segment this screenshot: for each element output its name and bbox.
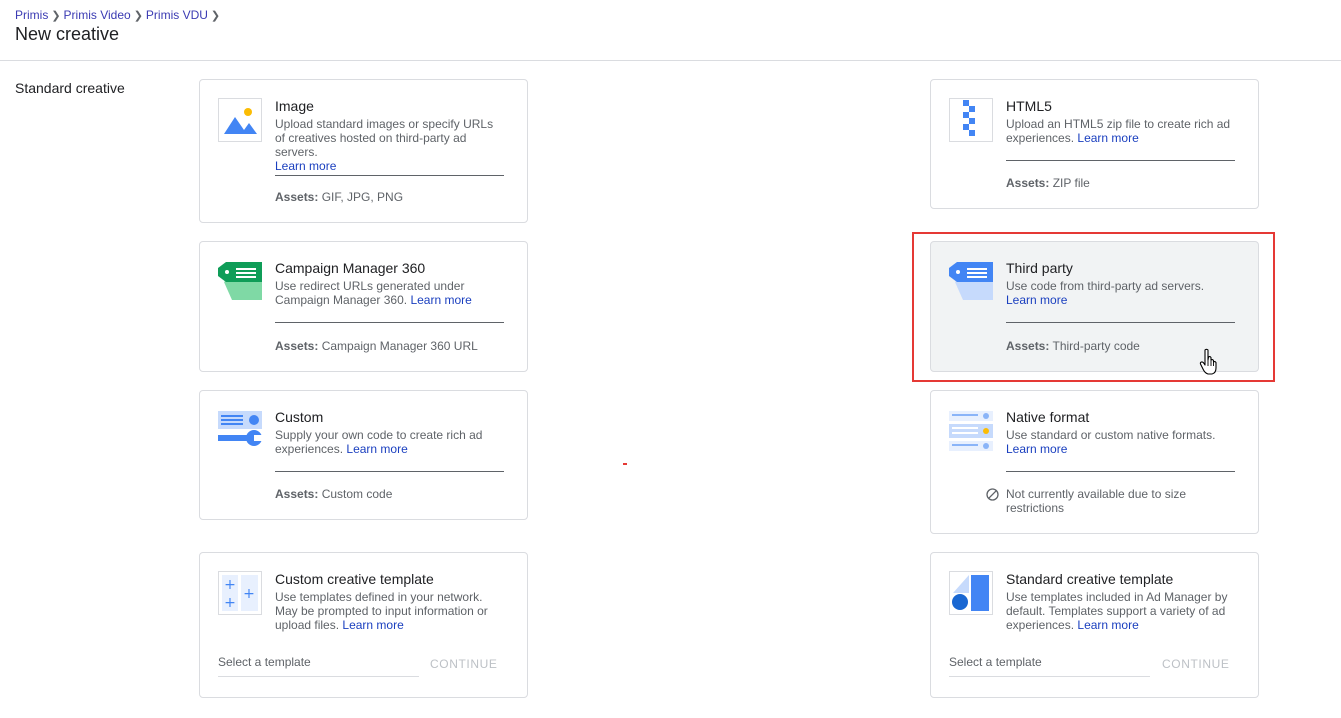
wrench-code-icon: [218, 409, 262, 453]
image-icon: [218, 98, 262, 142]
assets-info: Assets: ZIP file: [1006, 176, 1090, 190]
campaign-manager-tag-icon: [218, 260, 262, 304]
learn-more-link[interactable]: Learn more: [346, 442, 407, 456]
learn-more-link[interactable]: Learn more: [410, 293, 471, 307]
divider: [1006, 160, 1235, 161]
svg-text:+: +: [224, 595, 236, 611]
continue-button[interactable]: CONTINUE: [430, 657, 497, 671]
block-icon: [986, 488, 999, 501]
template-select[interactable]: Select a template: [218, 653, 419, 677]
chevron-right-icon: ❯: [210, 9, 221, 22]
page-title: New creative: [15, 24, 120, 44]
breadcrumb-primis[interactable]: Primis: [15, 8, 48, 22]
chevron-right-icon: ❯: [51, 9, 61, 22]
card-description: Upload standard images or specify URLs o…: [275, 117, 494, 159]
card-campaign-manager-360[interactable]: Campaign Manager 360 Use redirect URLs g…: [199, 241, 528, 372]
card-html5[interactable]: HTML5 Upload an HTML5 zip file to create…: [930, 79, 1259, 209]
breadcrumb-primis-vdu[interactable]: Primis VDU: [146, 8, 208, 22]
card-title: Image: [275, 98, 314, 114]
card-description: Use standard or custom native formats.: [1006, 428, 1216, 442]
card-title: Standard creative template: [1006, 571, 1174, 587]
card-title: Custom creative template: [275, 571, 434, 587]
card-custom-creative-template: + + + Custom creative template Use templ…: [199, 552, 528, 698]
card-title: HTML5: [1006, 98, 1052, 114]
learn-more-link[interactable]: Learn more: [342, 618, 403, 632]
standard-template-icon: [949, 571, 993, 615]
card-title: Native format: [1006, 409, 1090, 425]
page-header: Primis ❯ Primis Video ❯ Primis VDU ❯ New…: [0, 0, 1341, 61]
divider: [1006, 471, 1235, 472]
custom-template-icon: + + +: [218, 571, 262, 615]
restriction-text: Not currently available due to size rest…: [1006, 487, 1187, 515]
card-title: Custom: [275, 409, 324, 425]
selection-highlight: [912, 232, 1275, 382]
learn-more-link[interactable]: Learn more: [1077, 618, 1138, 632]
divider: [275, 471, 504, 472]
card-standard-creative-template: Standard creative template Use templates…: [930, 552, 1259, 698]
card-custom[interactable]: Custom Supply your own code to create ri…: [199, 390, 528, 520]
assets-info: Assets: Custom code: [275, 487, 393, 501]
breadcrumb-primis-video[interactable]: Primis Video: [64, 8, 131, 22]
learn-more-link[interactable]: Learn more: [275, 159, 336, 173]
learn-more-link[interactable]: Learn more: [1077, 131, 1138, 145]
section-label: Standard creative: [15, 80, 125, 96]
assets-info: Assets: Campaign Manager 360 URL: [275, 339, 478, 353]
native-format-icon: [949, 409, 993, 453]
chevron-right-icon: ❯: [133, 9, 143, 22]
continue-button[interactable]: CONTINUE: [1162, 657, 1229, 671]
breadcrumb: Primis ❯ Primis Video ❯ Primis VDU ❯: [15, 8, 223, 22]
hand-pointer-icon: [1199, 348, 1219, 376]
card-native-format: Native format Use standard or custom nat…: [930, 390, 1259, 534]
svg-text:+: +: [243, 586, 255, 602]
zip-file-icon: [949, 98, 993, 142]
learn-more-link[interactable]: Learn more: [1006, 442, 1067, 456]
card-image[interactable]: Image Upload standard images or specify …: [199, 79, 528, 223]
card-title: Campaign Manager 360: [275, 260, 426, 276]
divider: [275, 322, 504, 323]
svg-text:+: +: [224, 577, 236, 593]
assets-info: Assets: GIF, JPG, PNG: [275, 190, 404, 204]
template-select[interactable]: Select a template: [949, 653, 1150, 677]
divider: [275, 175, 504, 176]
stray-mark: [623, 463, 627, 465]
